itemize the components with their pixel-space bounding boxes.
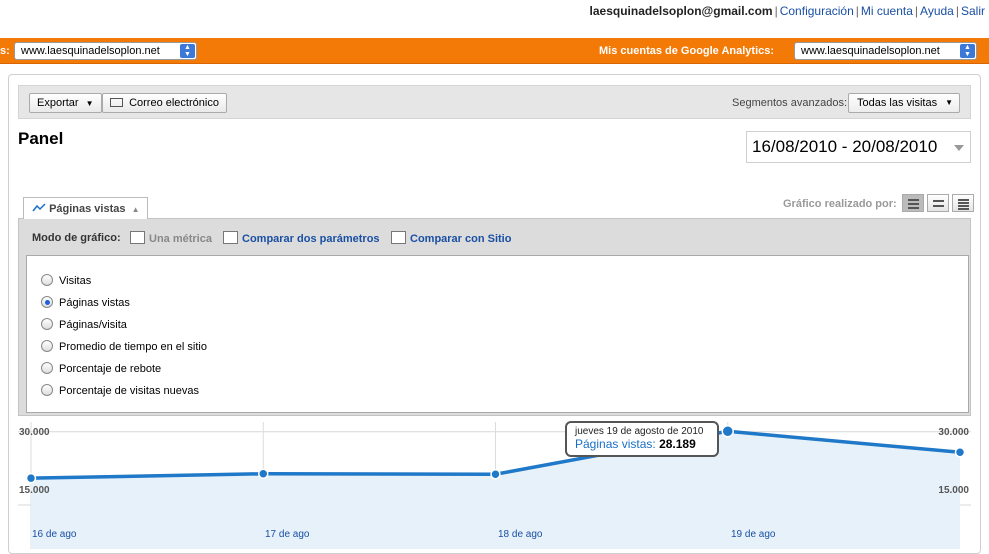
- email-button[interactable]: Correo electrónico: [102, 93, 227, 113]
- tooltip-date: jueves 19 de agosto de 2010: [575, 426, 704, 437]
- account-select-left[interactable]: www.laesquinadelsoplon.net ▲ ▼: [14, 42, 197, 60]
- x-tick-label: 18 de ago: [498, 529, 543, 540]
- account-select-right-value: www.laesquinadelsoplon.net: [801, 45, 940, 57]
- y-tick-label-left: 15.000: [19, 485, 50, 496]
- envelope-icon: [110, 98, 123, 107]
- date-range-value: 16/08/2010 - 20/08/2010: [752, 137, 938, 156]
- mode-one-metric: Una métrica: [130, 231, 212, 245]
- account-select-left-value: www.laesquinadelsoplon.net: [21, 45, 160, 57]
- export-label: Exportar: [37, 97, 79, 109]
- graph-mode-panel: Modo de gráfico: Una métrica Comparar do…: [18, 218, 971, 416]
- account-bar-left-label: s:: [0, 45, 10, 57]
- my-accounts-label: Mis cuentas de Google Analytics:: [599, 45, 775, 57]
- metric-option-visits[interactable]: Visitas: [41, 274, 91, 287]
- graph-mode-label: Modo de gráfico:: [32, 232, 121, 244]
- metric-selector: Visitas Páginas vistas Páginas/visita Pr…: [26, 255, 969, 413]
- radio-icon[interactable]: [41, 274, 53, 286]
- line-chart-icon: [32, 203, 46, 212]
- y-tick-label-left: 30.000: [19, 427, 50, 438]
- metric-tab-label: Páginas vistas: [49, 203, 126, 215]
- user-bar: laesquinadelsoplon@gmail.com | Configuraci…: [589, 4, 985, 18]
- metric-tab[interactable]: Páginas vistas ▲: [23, 197, 148, 219]
- account-select-right[interactable]: www.laesquinadelsoplon.net ▲ ▼: [794, 42, 977, 60]
- graph-by-label: Gráfico realizado por:: [783, 198, 897, 210]
- data-point: [25, 472, 37, 484]
- user-email: laesquinadelsoplon@gmail.com: [589, 4, 773, 18]
- metric-option-pageviews[interactable]: Páginas vistas: [41, 296, 130, 309]
- pageviews-chart: 30.000 15.000 30.000 15.000 16 de ago 17…: [18, 422, 971, 549]
- view-month-button[interactable]: [952, 194, 974, 212]
- help-link[interactable]: Ayuda: [920, 4, 954, 18]
- metric-option-pages-per-visit[interactable]: Páginas/visita: [41, 318, 127, 331]
- sign-out-link[interactable]: Salir: [961, 4, 985, 18]
- x-tick-label: 16 de ago: [32, 529, 77, 540]
- tooltip-value: 28.189: [659, 437, 696, 451]
- y-tick-label-right: 15.000: [938, 485, 969, 496]
- x-tick-label: 17 de ago: [265, 529, 310, 540]
- email-label: Correo electrónico: [129, 97, 219, 109]
- view-day-button[interactable]: [902, 194, 924, 212]
- metric-option-avg-time[interactable]: Promedio de tiempo en el sitio: [41, 340, 207, 353]
- data-point: [721, 425, 734, 438]
- metric-option-bounce-rate[interactable]: Porcentaje de rebote: [41, 362, 161, 375]
- settings-link[interactable]: Configuración: [780, 4, 854, 18]
- page-title: Panel: [18, 129, 64, 148]
- date-range-picker[interactable]: 16/08/2010 - 20/08/2010: [746, 131, 971, 163]
- spinner-arrows-icon: ▲ ▼: [960, 44, 975, 58]
- data-point: [258, 468, 269, 480]
- dropdown-arrow-icon: ▼: [945, 98, 953, 107]
- advanced-segments-label: Segmentos avanzados:: [732, 97, 847, 109]
- advanced-segments-value: Todas las visitas: [857, 97, 938, 109]
- radio-icon[interactable]: [41, 384, 53, 396]
- line-chart-icon: [223, 231, 238, 244]
- radio-icon[interactable]: [41, 362, 53, 374]
- radio-icon[interactable]: [41, 318, 53, 330]
- account-bar: s: www.laesquinadelsoplon.net ▲ ▼ Mis cue…: [0, 38, 989, 64]
- line-chart-icon: [130, 231, 145, 244]
- data-point: [490, 469, 501, 480]
- dropdown-arrow-icon: [954, 145, 964, 151]
- dropdown-arrow-icon: ▼: [85, 99, 94, 108]
- my-account-link[interactable]: Mi cuenta: [861, 4, 913, 18]
- tab-arrow-icon: ▲: [131, 205, 140, 214]
- metric-option-new-visits[interactable]: Porcentaje de visitas nuevas: [41, 384, 199, 397]
- mode-compare-two-metrics[interactable]: Comparar dos parámetros: [223, 231, 380, 245]
- x-tick-label: 19 de ago: [731, 529, 776, 540]
- line-chart-icon: [391, 231, 406, 244]
- radio-selected-icon[interactable]: [41, 296, 53, 308]
- y-tick-label-right: 30.000: [938, 427, 969, 438]
- export-button[interactable]: Exportar ▼: [29, 93, 102, 113]
- spinner-arrows-icon: ▲ ▼: [180, 44, 195, 58]
- report-toolbar: Exportar ▼ Correo electrónico Segmentos …: [18, 85, 971, 119]
- radio-icon[interactable]: [41, 340, 53, 352]
- mode-compare-site[interactable]: Comparar con Sitio: [391, 231, 511, 245]
- view-week-button[interactable]: [927, 194, 949, 212]
- advanced-segments-select[interactable]: Todas las visitas ▼: [848, 93, 960, 113]
- data-point: [954, 447, 966, 458]
- chart-svg: [18, 422, 971, 549]
- tooltip-metric: Páginas vistas:: [575, 437, 656, 451]
- chart-tooltip: jueves 19 de agosto de 2010 Páginas vist…: [565, 421, 719, 457]
